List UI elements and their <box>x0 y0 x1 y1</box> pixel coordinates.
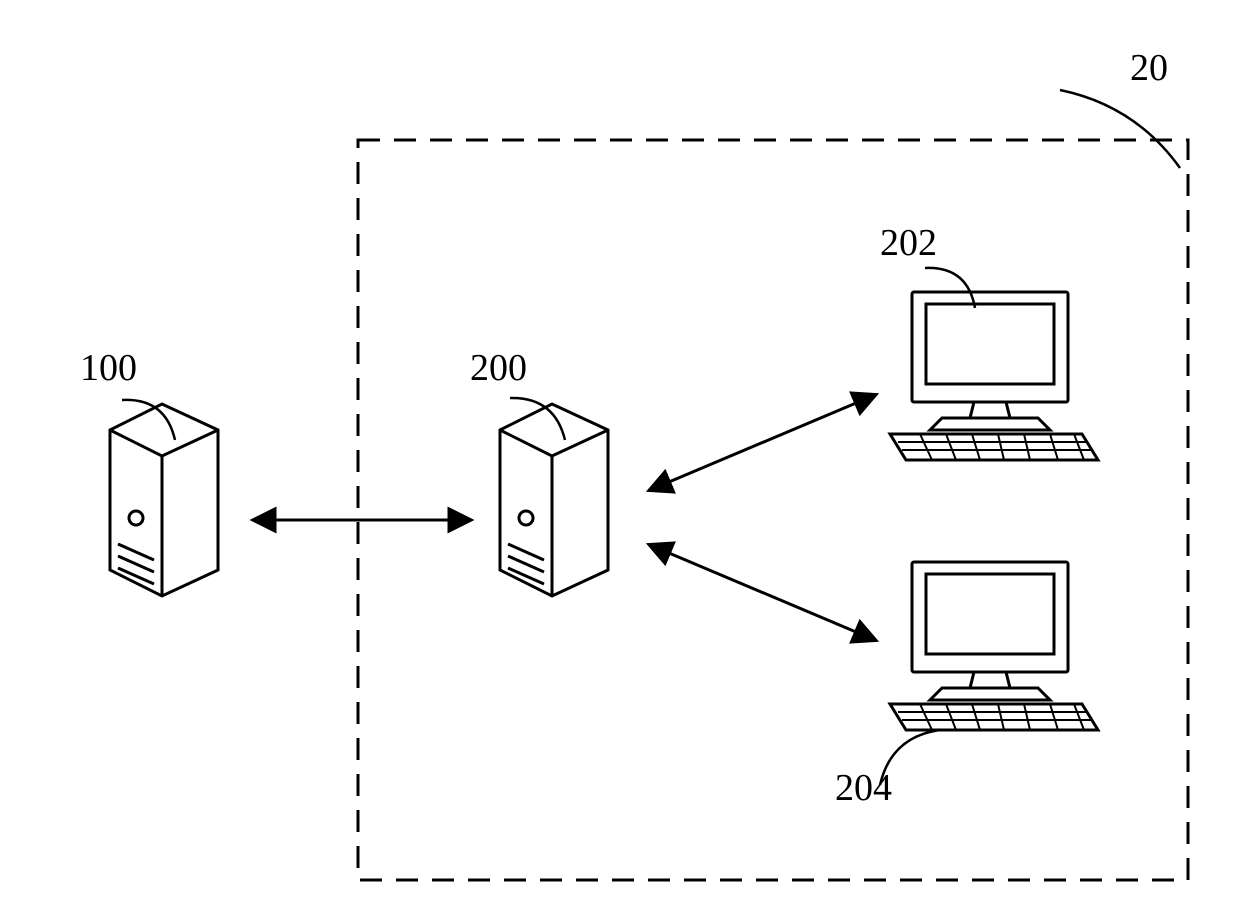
label-terminal-top: 202 <box>880 222 937 264</box>
leader-system <box>1060 90 1180 168</box>
server-external-icon <box>110 404 218 596</box>
link-internal-terminal-top <box>650 395 875 490</box>
label-server-internal: 200 <box>470 347 527 389</box>
server-internal-icon <box>500 404 608 596</box>
terminal-bottom-icon <box>890 562 1098 730</box>
label-system-group: 20 <box>1130 47 1168 89</box>
terminal-top-icon <box>890 292 1098 460</box>
label-terminal-bottom: 204 <box>835 767 892 809</box>
label-server-external: 100 <box>80 347 137 389</box>
system-boundary-box <box>358 140 1188 880</box>
link-internal-terminal-bottom <box>650 545 875 640</box>
network-diagram: 20 100 200 202 204 <box>0 0 1240 900</box>
